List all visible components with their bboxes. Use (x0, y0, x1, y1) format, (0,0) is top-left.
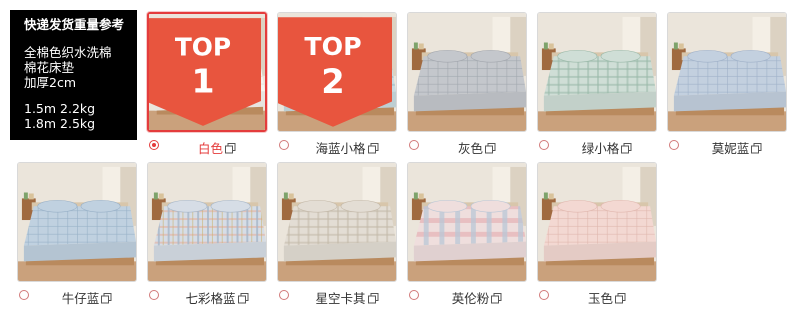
mattress-photo (148, 163, 266, 281)
radio-button[interactable] (19, 290, 29, 300)
color-option[interactable]: 七彩格蓝 (147, 162, 267, 312)
zoom-preview-icon[interactable] (367, 143, 379, 154)
mattress-photo (278, 163, 396, 281)
option-thumbnail[interactable] (407, 12, 527, 132)
badge-rank: 1 (191, 62, 214, 101)
color-option[interactable]: 英伦粉 (407, 162, 527, 312)
option-label: 玉色 (587, 291, 613, 306)
color-option-grid: TOP 1 白色 TOP 2 海蓝小格 灰色 绿小格 莫妮蓝 牛仔蓝 七彩格蓝 星空卡其 英伦粉 玉色 (0, 0, 800, 315)
radio-button[interactable] (149, 290, 159, 300)
radio-button[interactable] (539, 140, 549, 150)
option-thumbnail[interactable] (17, 162, 137, 282)
radio-button[interactable] (409, 290, 419, 300)
radio-button[interactable] (149, 140, 159, 150)
option-label-wrap: 白色 (167, 138, 267, 157)
option-label-wrap: 牛仔蓝 (37, 288, 137, 307)
option-label-row[interactable]: 七彩格蓝 (147, 288, 267, 306)
zoom-preview-icon[interactable] (621, 143, 632, 154)
color-option[interactable]: 莫妮蓝 (667, 12, 787, 162)
radio-button[interactable] (539, 290, 549, 300)
option-thumbnail[interactable]: TOP 2 (277, 12, 397, 132)
badge-label: TOP (175, 32, 231, 61)
option-label-row[interactable]: 玉色 (537, 288, 657, 306)
option-thumbnail[interactable] (537, 12, 657, 132)
option-label: 七彩格蓝 (185, 291, 236, 306)
zoom-preview-icon[interactable] (751, 143, 762, 154)
option-label-row[interactable]: 灰色 (407, 138, 527, 156)
color-option[interactable]: 牛仔蓝 (17, 162, 137, 312)
color-option[interactable]: TOP 1 白色 (147, 12, 267, 162)
radio-button[interactable] (669, 140, 679, 150)
radio-button[interactable] (279, 140, 289, 150)
option-label-wrap: 海蓝小格 (297, 138, 397, 157)
option-label: 绿小格 (581, 141, 620, 156)
zoom-preview-icon[interactable] (491, 293, 502, 304)
badge-rank: 2 (321, 62, 344, 101)
option-label-row[interactable]: 牛仔蓝 (17, 288, 137, 306)
zoom-preview-icon[interactable] (485, 143, 496, 154)
color-option[interactable]: 玉色 (537, 162, 657, 312)
zoom-preview-icon[interactable] (101, 293, 112, 304)
radio-button[interactable] (409, 140, 419, 150)
option-label-wrap: 灰色 (427, 138, 527, 157)
option-label-row[interactable]: 海蓝小格 (277, 138, 397, 156)
option-label-row[interactable]: 星空卡其 (277, 288, 397, 306)
option-label-wrap: 七彩格蓝 (167, 288, 267, 307)
option-thumbnail[interactable] (147, 162, 267, 282)
color-option[interactable]: 灰色 (407, 12, 527, 162)
badge-label: TOP (304, 32, 361, 61)
radio-button[interactable] (279, 290, 289, 300)
color-option[interactable]: TOP 2 海蓝小格 (277, 12, 397, 162)
mattress-photo (538, 163, 656, 281)
mattress-photo (408, 13, 526, 131)
top-rank-badge: TOP2 (278, 17, 392, 127)
option-label-row[interactable]: 英伦粉 (407, 288, 527, 306)
mattress-photo (538, 13, 656, 131)
option-label-wrap: 绿小格 (557, 138, 657, 157)
color-option[interactable]: 星空卡其 (277, 162, 397, 312)
zoom-preview-icon[interactable] (367, 293, 379, 304)
option-label-wrap: 星空卡其 (297, 288, 397, 307)
option-label: 莫妮蓝 (711, 141, 750, 156)
option-label: 海蓝小格 (315, 141, 366, 156)
option-label: 牛仔蓝 (61, 291, 100, 306)
color-option[interactable]: 绿小格 (537, 12, 657, 162)
top-rank-badge: TOP1 (149, 18, 261, 126)
radio-selected-dot (152, 143, 156, 147)
zoom-preview-icon[interactable] (615, 293, 626, 304)
option-label-wrap: 莫妮蓝 (687, 138, 787, 157)
option-label-row[interactable]: 莫妮蓝 (667, 138, 787, 156)
mattress-photo (408, 163, 526, 281)
option-label-wrap: 玉色 (557, 288, 657, 307)
option-label-wrap: 英伦粉 (427, 288, 527, 307)
option-label: 灰色 (457, 141, 483, 156)
option-label-row[interactable]: 绿小格 (537, 138, 657, 156)
option-label: 星空卡其 (315, 291, 366, 306)
option-label: 白色 (197, 141, 223, 156)
zoom-preview-icon[interactable] (237, 293, 249, 304)
option-thumbnail[interactable] (277, 162, 397, 282)
option-thumbnail[interactable] (407, 162, 527, 282)
option-label: 英伦粉 (451, 291, 490, 306)
mattress-photo (668, 13, 786, 131)
zoom-preview-icon[interactable] (225, 143, 236, 154)
mattress-photo (18, 163, 136, 281)
option-label-row[interactable]: 白色 (147, 138, 267, 156)
option-thumbnail[interactable] (667, 12, 787, 132)
option-thumbnail[interactable] (537, 162, 657, 282)
option-thumbnail[interactable]: TOP 1 (147, 12, 267, 132)
